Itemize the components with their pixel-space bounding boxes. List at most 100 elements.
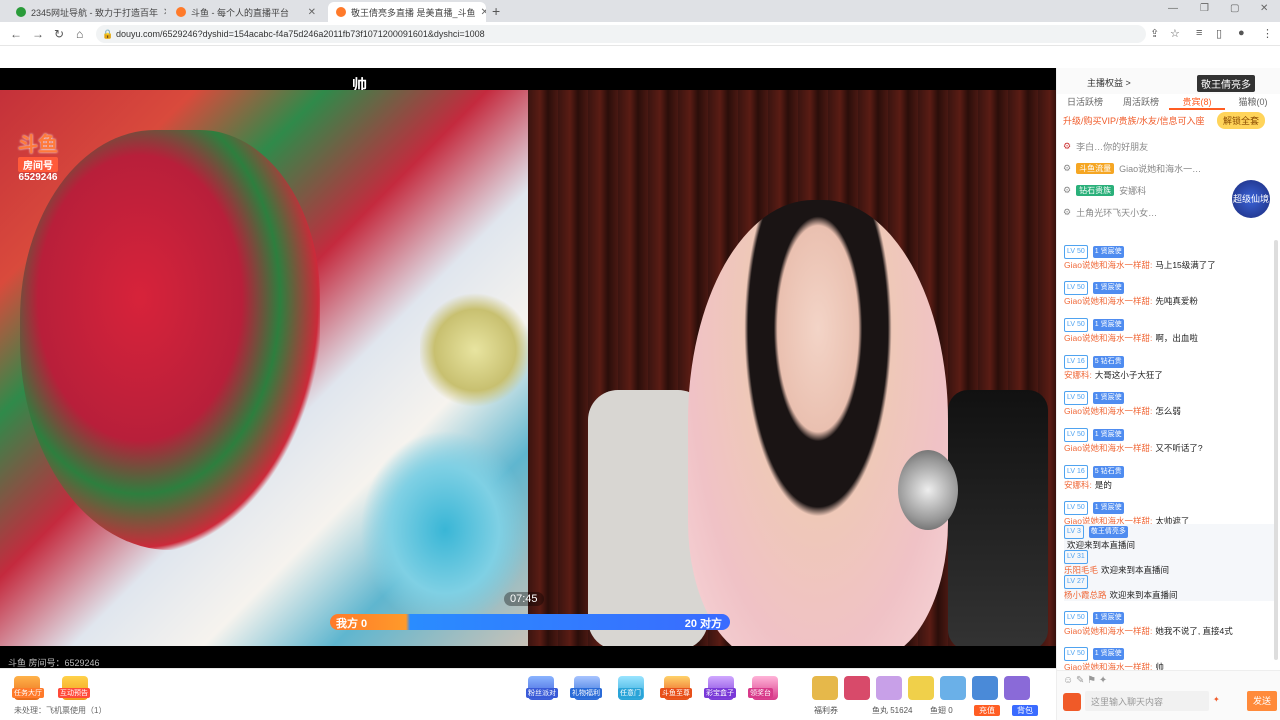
send-button[interactable]: 发送 (1247, 691, 1277, 711)
chat-input[interactable]: 这里输入聊天内容 (1085, 691, 1209, 711)
back-icon[interactable]: ← (10, 27, 22, 41)
url-field[interactable]: 🔒 douyu.com/6529246?dyshid=154acabc-f4a7… (96, 25, 1146, 43)
welfare-wall-link[interactable]: 福利券 (814, 705, 838, 716)
chat-text: 啊，出血啦 (1155, 333, 1198, 343)
chat-username[interactable]: Giao说她和海水一样甜: (1064, 662, 1152, 670)
address-bar: ← → ↻ ⌂ 🔒 douyu.com/6529246?dyshid=154ac… (0, 22, 1280, 46)
pk-progress-bar: 我方 0 20 对方 (330, 614, 730, 630)
fan-badge: 1 贤宸使 (1092, 612, 1124, 624)
close-icon[interactable]: ✕ (481, 7, 486, 18)
page-top-gap (0, 46, 1280, 68)
backpack-button[interactable]: 背包 (1012, 705, 1038, 716)
sidebar-icon[interactable]: ▯ (1216, 27, 1222, 40)
level-badge: LV 50 (1064, 428, 1088, 442)
anchor-rights-button[interactable]: 主播权益 > (1087, 76, 1131, 89)
vip-list-item[interactable]: ⚙ 土角光环飞天小女… (1063, 206, 1157, 219)
close-icon[interactable]: ✕ (163, 7, 166, 18)
site-favicon-icon (16, 7, 26, 17)
close-icon[interactable]: ✕ (308, 7, 316, 18)
vip-name: 土角光环飞天小女… (1076, 208, 1158, 218)
home-icon[interactable]: ⌂ (76, 27, 83, 41)
level-badge: LV 3 (1064, 525, 1084, 539)
gift-label[interactable]: 领奖台 (748, 688, 773, 698)
level-badge: LV 50 (1064, 501, 1088, 515)
chat-scrollbar[interactable] (1274, 240, 1278, 660)
medal-icon: ⚙ (1063, 185, 1072, 195)
chat-username[interactable]: Giao说她和海水一样甜: (1064, 296, 1152, 306)
task-hall-label[interactable]: 任务大厅 (12, 688, 44, 698)
gift-item-icon[interactable] (1004, 676, 1030, 700)
reading-list-icon[interactable]: ≡ (1196, 27, 1202, 39)
chat-username[interactable]: Giao说她和海水一样甜: (1064, 443, 1152, 453)
fan-badge: 敬王倩亮多 (1088, 526, 1128, 538)
tab-2345[interactable]: 2345网址导航 - 致力于打造百年 ✕ (8, 2, 166, 22)
right-camera-feed (528, 90, 1056, 646)
vip-list-item[interactable]: ⚙ 李白…你的好朋友 (1063, 140, 1148, 153)
chat-text: 又不听话了? (1155, 443, 1203, 453)
minimize-icon[interactable]: — (1168, 3, 1178, 14)
video-top-strip: 帅 (0, 68, 1056, 94)
tab-catfood[interactable]: 猫粮(0) (1225, 94, 1280, 110)
reload-icon[interactable]: ↻ (54, 27, 64, 41)
chat-username[interactable]: Giao说她和海水一样甜: (1064, 406, 1152, 416)
close-window-icon[interactable]: ✕ (1260, 3, 1268, 14)
recharge-button[interactable]: 充值 (974, 705, 1000, 716)
bookmark-star-icon[interactable]: ☆ (1170, 27, 1180, 40)
forward-icon[interactable]: → (32, 27, 44, 41)
fan-badge: 1 贤宸使 (1092, 502, 1124, 514)
video-player[interactable]: 帅 斗鱼 房间号 6529246 07:45 我方 0 20 对方 斗鱼 房间号… (0, 68, 1056, 668)
mic-arm-shape (948, 390, 1048, 646)
restore-icon[interactable]: ❐ (1200, 3, 1209, 14)
pending-status: 未处理：飞机票使用（1） (14, 706, 107, 715)
gift-label[interactable]: 礼物福利 (570, 688, 602, 698)
chat-message: LV 50 1 贤宸使 Giao说她和海水一样甜: 太帅遮了 (1064, 500, 1276, 527)
chat-username[interactable]: Giao说她和海水一样甜: (1064, 626, 1152, 636)
profile-icon[interactable]: ● (1238, 27, 1245, 39)
rank-tabs: 日活跃榜 周活跃榜 贵宾(8) 猫粮(0) (1057, 94, 1280, 110)
gift-item-icon[interactable] (940, 676, 966, 700)
menu-icon[interactable]: ⋮ (1262, 27, 1273, 40)
gift-label[interactable]: 粉丝派对 (526, 688, 558, 698)
tab-stream[interactable]: 敬王倩亮多直播 是美直播_斗鱼 ✕ (328, 2, 486, 22)
emoji-icon[interactable]: ☺ ✎ ⚑ ✦ (1063, 675, 1107, 686)
tab-daily-rank[interactable]: 日活跃榜 (1057, 94, 1113, 110)
chat-username[interactable]: 安娜科: (1064, 370, 1092, 380)
gift-item-icon[interactable] (844, 676, 870, 700)
chat-text: 马上15级满了了 (1155, 260, 1216, 270)
event-badge[interactable]: 超级仙境 (1232, 180, 1270, 218)
vip-list-item[interactable]: ⚙ 钻石贵族 安娜科 (1063, 184, 1146, 197)
maximize-icon[interactable]: ▢ (1230, 3, 1239, 14)
tab-label: 2345网址导航 - 致力于打造百年 (31, 7, 159, 18)
fan-badge: 1 贤宸使 (1092, 648, 1124, 660)
video-blur-shape (20, 130, 320, 550)
gift-icon[interactable] (1063, 693, 1081, 711)
color-danmaku-icon[interactable]: ✦ (1213, 695, 1220, 704)
chat-text: 先吨真爱粉 (1155, 296, 1198, 306)
vip-list-item[interactable]: ⚙ 斗鱼流量 Giao说她和海水一… (1063, 162, 1201, 175)
gift-item-icon[interactable] (908, 676, 934, 700)
chat-username[interactable]: Giao说她和海水一样甜: (1064, 333, 1152, 343)
unlock-vip-button[interactable]: 解锁全套 (1217, 112, 1266, 129)
chat-username[interactable]: 安娜科: (1064, 480, 1092, 490)
pk-their-score: 20 对方 (684, 618, 722, 630)
gift-item-icon[interactable] (812, 676, 838, 700)
chat-message: LV 50 1 贤宸使 Giao说她和海水一样甜: 帅 (1064, 646, 1276, 670)
gift-label[interactable]: 彩宝盒子 (704, 688, 736, 698)
tab-weekly-rank[interactable]: 周活跃榜 (1113, 94, 1169, 110)
new-tab-icon[interactable]: + (492, 3, 500, 19)
chat-message: LV 16 5 钻石贵 安娜科: 大哥这小子大狂了 (1064, 354, 1276, 381)
share-icon[interactable]: ⇪ (1150, 27, 1159, 40)
logo-brand: 斗鱼 (18, 134, 58, 156)
video-blur-shape (420, 290, 528, 410)
chat-username[interactable]: 杨小霞总路 (1064, 590, 1107, 600)
gift-label[interactable]: 斗鱼至尊 (660, 688, 692, 698)
gift-item-icon[interactable] (876, 676, 902, 700)
douyu-favicon-icon (176, 7, 186, 17)
tab-vip[interactable]: 贵宾(8) (1169, 94, 1225, 110)
gift-item-icon[interactable] (972, 676, 998, 700)
interaction-preview-label[interactable]: 互动预告 (58, 688, 90, 698)
vip-hint: 升级/购买VIP/贵族/水友/信息可入座 (1063, 116, 1205, 126)
chat-username[interactable]: Giao说她和海水一样甜: (1064, 260, 1152, 270)
tab-douyu-home[interactable]: 斗鱼 - 每个人的直播平台 ✕ (168, 2, 324, 22)
gift-label[interactable]: 任意门 (618, 688, 643, 698)
